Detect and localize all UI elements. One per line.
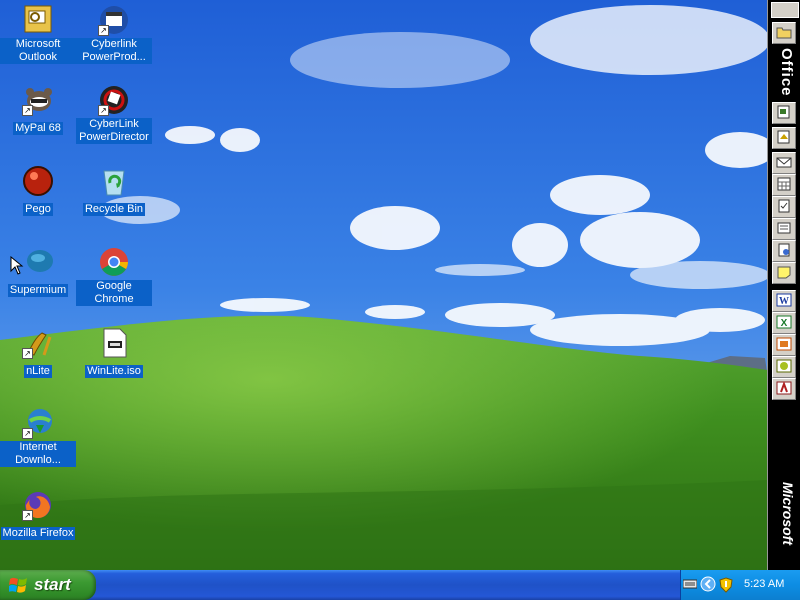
- contact-icon[interactable]: [772, 218, 796, 240]
- icon-label: Microsoft Outlook: [0, 38, 76, 64]
- desktop-icon-recycle-bin[interactable]: Recycle Bin: [76, 165, 152, 217]
- mouse-cursor-icon: [10, 256, 24, 275]
- icon-label: nLite: [24, 365, 52, 378]
- desktop-icon-google-chrome[interactable]: Google Chrome: [76, 246, 152, 307]
- note-icon[interactable]: [772, 262, 796, 284]
- icon-label: CyberLink PowerDirector: [76, 118, 152, 144]
- shortcut-arrow-icon: ↗: [22, 348, 33, 359]
- shortcut-arrow-icon: ↗: [98, 105, 109, 116]
- desktop-icon-cyberlink-powerdirector[interactable]: ↗ CyberLink PowerDirector: [76, 84, 152, 145]
- nlite-icon: ↗: [22, 327, 54, 359]
- taskbar: start 5:23 AM: [0, 570, 800, 600]
- firefox-icon: ↗: [22, 489, 54, 521]
- chrome-icon: [98, 246, 130, 278]
- desktop-icon-winlite-iso[interactable]: WinLite.iso: [76, 327, 152, 379]
- mypal-icon: ↗: [22, 84, 54, 116]
- powerpoint-icon[interactable]: [772, 334, 796, 356]
- icon-label: Mozilla Firefox: [0, 527, 76, 540]
- svg-text:X: X: [781, 318, 788, 329]
- excel-icon[interactable]: X: [772, 312, 796, 334]
- pego-icon: [22, 165, 54, 197]
- cyberlink-powerdirector-icon: ↗: [98, 84, 130, 116]
- calendar-icon[interactable]: [772, 174, 796, 196]
- publisher-icon[interactable]: [772, 356, 796, 378]
- icon-label: Google Chrome: [76, 280, 152, 306]
- access-icon[interactable]: [772, 378, 796, 400]
- shortcut-arrow-icon: ↗: [22, 510, 33, 521]
- windows-logo-icon: [9, 577, 27, 593]
- shortcut-arrow-icon: ↗: [22, 428, 33, 439]
- shortcut-arrow-icon: ↗: [22, 105, 33, 116]
- start-button[interactable]: start: [0, 570, 96, 600]
- icon-label: Internet Downlo...: [0, 441, 76, 467]
- desktop-icon-internet-download-manager[interactable]: ↗ Internet Downlo...: [0, 407, 76, 468]
- journal-icon[interactable]: [772, 240, 796, 262]
- office-open-doc-icon[interactable]: [772, 127, 796, 149]
- office-folder-icon[interactable]: [772, 22, 796, 44]
- keyboard-icon[interactable]: [683, 577, 697, 591]
- office-bar-title: Office: [778, 48, 795, 97]
- desktop[interactable]: Microsoft Outlook ↗ MyPal 68 Pego Superm…: [0, 0, 800, 570]
- clock[interactable]: 5:23 AM: [744, 578, 784, 590]
- desktop-icon-outlook[interactable]: Microsoft Outlook: [0, 4, 76, 65]
- desktop-icon-nlite[interactable]: ↗ nLite: [0, 327, 76, 379]
- security-shield-icon[interactable]: [719, 577, 733, 593]
- icon-label: Cyberlink PowerProd...: [76, 38, 152, 64]
- system-tray: 5:23 AM: [680, 570, 800, 600]
- desktop-icon-firefox[interactable]: ↗ Mozilla Firefox: [0, 489, 76, 541]
- office-bar-menu-button[interactable]: [771, 2, 799, 18]
- start-label: start: [34, 575, 71, 594]
- show-hidden-icons-chevron-icon[interactable]: [700, 576, 716, 592]
- task-icon[interactable]: [772, 196, 796, 218]
- shortcut-arrow-icon: ↗: [98, 25, 109, 36]
- supermium-icon: [22, 246, 54, 278]
- desktop-icon-mypal[interactable]: ↗ MyPal 68: [0, 84, 76, 136]
- office-shortcut-bar: Office W X Microsoft: [767, 0, 800, 570]
- office-bar-brand: Microsoft: [780, 482, 796, 545]
- icon-label: Pego: [23, 203, 53, 216]
- outlook-icon: [22, 4, 54, 36]
- desktop-icon-pego[interactable]: Pego: [0, 165, 76, 217]
- icon-label: WinLite.iso: [85, 365, 143, 378]
- internet-download-manager-icon: ↗: [22, 407, 54, 439]
- iso-file-icon: [98, 327, 130, 359]
- icon-label: Supermium: [7, 284, 69, 297]
- word-icon[interactable]: W: [772, 290, 796, 312]
- desktop-icon-cyberlink-powerproducer[interactable]: ↗ Cyberlink PowerProd...: [76, 4, 152, 65]
- svg-text:W: W: [779, 296, 789, 307]
- mail-icon[interactable]: [772, 152, 796, 174]
- cyberlink-powerproducer-icon: ↗: [98, 4, 130, 36]
- recycle-bin-icon: [98, 165, 130, 197]
- office-new-doc-icon[interactable]: [772, 102, 796, 124]
- icon-label: Recycle Bin: [82, 203, 146, 216]
- icon-label: MyPal 68: [13, 122, 63, 135]
